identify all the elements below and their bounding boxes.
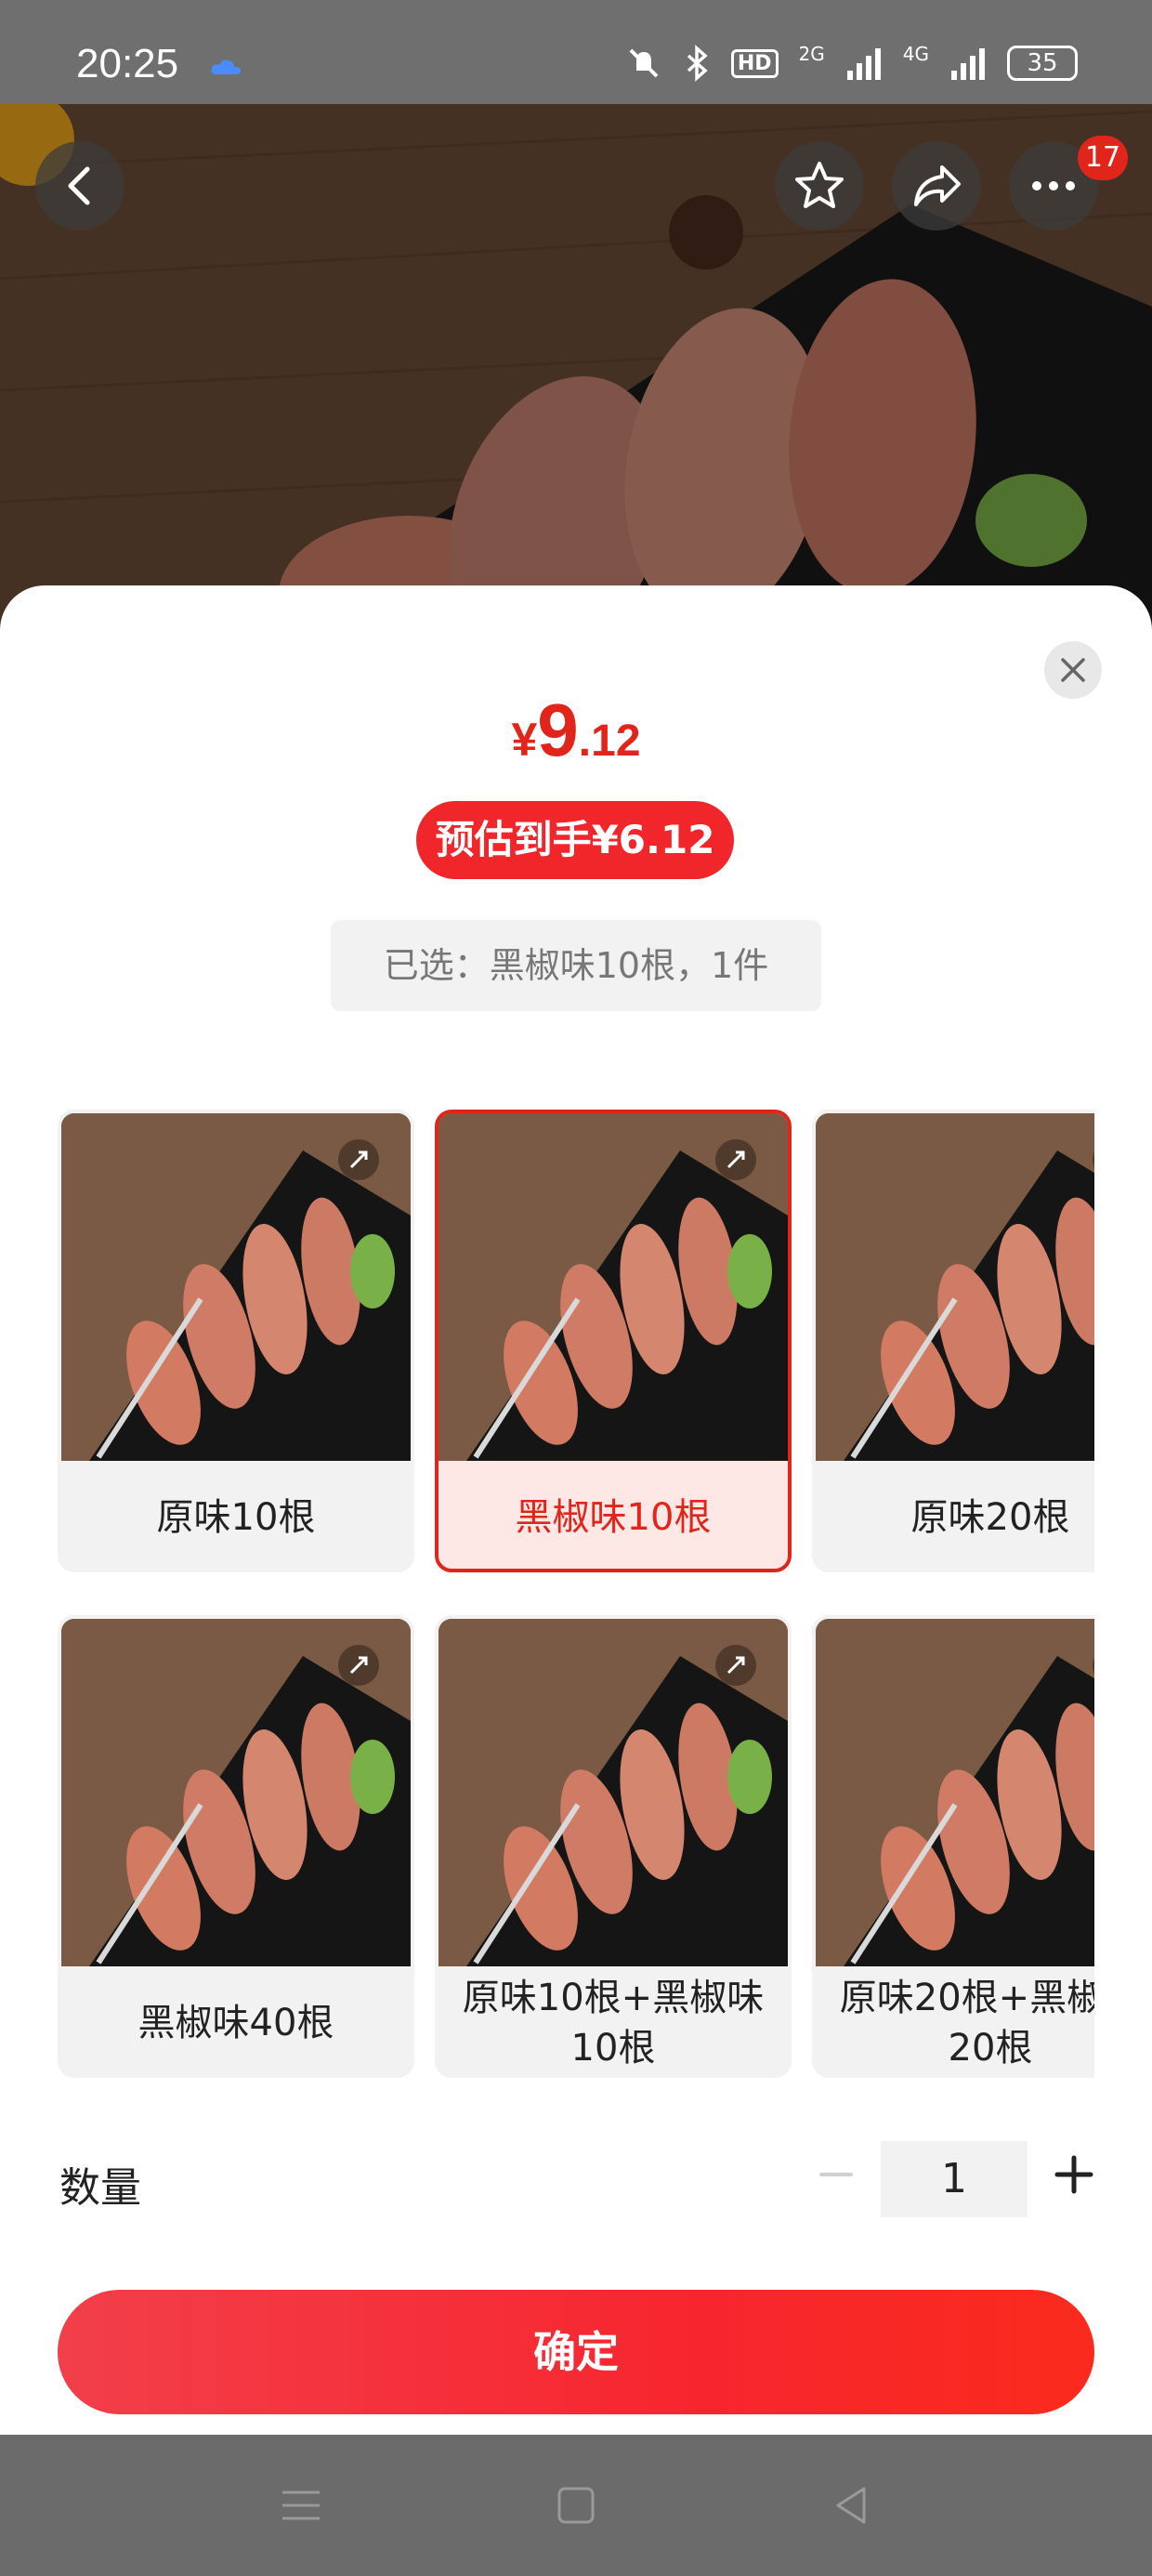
sku-grid: 原味10根 黑椒味10根 原味20根 黑椒味40根 原味10根+黑椒味10根 原…: [58, 1110, 1094, 2123]
price-decimal: .12: [578, 716, 641, 766]
back-icon: [68, 166, 90, 205]
sku-thumbnail: [61, 1113, 411, 1461]
sku-option[interactable]: 黑椒味40根: [58, 1615, 414, 2078]
share-icon: [914, 165, 961, 206]
quantity-label: 数量: [59, 2164, 141, 2212]
nav-home-button[interactable]: [546, 2476, 606, 2535]
menu-icon: [282, 2491, 320, 2520]
network-4g-label: 4G: [902, 43, 929, 65]
plus-icon: [1054, 2155, 1093, 2194]
signal-icon-2: [951, 48, 985, 80]
quantity-value[interactable]: 1: [881, 2141, 1028, 2217]
sku-option[interactable]: 原味10根: [58, 1110, 414, 1572]
system-nav-bar: [0, 2435, 1152, 2576]
quantity-decrease-button[interactable]: [806, 2145, 866, 2204]
cloud-icon: [211, 59, 242, 74]
sku-label: 黑椒味40根: [137, 2002, 334, 2044]
back-triangle-icon: [836, 2487, 866, 2524]
home-square-icon: [557, 2487, 595, 2524]
selected-summary: 已选：黑椒味10根，1件: [331, 920, 821, 1011]
sku-label: 原味10根: [156, 1496, 316, 1539]
estimated-price-badge: 预估到手¥6.12: [416, 801, 734, 879]
minus-icon: [819, 2173, 853, 2176]
nav-menu-button[interactable]: [271, 2476, 331, 2535]
favorite-button[interactable]: [775, 141, 864, 230]
nav-back-button[interactable]: [821, 2476, 881, 2535]
sku-label: 黑椒味10根: [515, 1496, 712, 1539]
sku-option[interactable]: 原味20根+黑椒味20根: [812, 1615, 1094, 2078]
share-button[interactable]: [892, 141, 981, 230]
sausage-thumbnail-illustration: [439, 1113, 788, 1461]
sausage-thumbnail-illustration: [439, 1619, 788, 1966]
sku-thumbnail: [61, 1619, 411, 1966]
price-integer: 9: [537, 689, 579, 771]
sku-option[interactable]: 原味20根: [812, 1110, 1094, 1572]
battery-indicator: 35: [1007, 46, 1078, 81]
sku-thumbnail: [816, 1619, 1094, 1966]
network-2g-label: 2G: [798, 43, 825, 65]
hd-label: HD: [730, 48, 779, 78]
sku-label: 原味10根+黑椒味10根: [462, 1977, 765, 2070]
sausage-thumbnail-illustration: [61, 1619, 411, 1966]
more-badge: 17: [1078, 136, 1128, 180]
sku-label: 原味20根+黑椒味20根: [839, 1977, 1094, 2070]
sku-selection-sheet: ¥9.12 预估到手¥6.12 已选：黑椒味10根，1件 原味10根 黑椒味10…: [0, 585, 1152, 2435]
product-price: ¥9.12: [0, 688, 1152, 773]
sku-option[interactable]: 原味10根+黑椒味10根: [435, 1615, 792, 2078]
confirm-button[interactable]: 确定: [58, 2290, 1094, 2414]
sausage-thumbnail-illustration: [61, 1113, 411, 1461]
status-bar: 20:25 HD 2G 4G 35: [0, 0, 1152, 104]
sku-label: 原味20根: [910, 1496, 1070, 1539]
signal-icon: [846, 48, 881, 80]
sausage-thumbnail-illustration: [816, 1113, 1094, 1461]
sku-thumbnail: [439, 1619, 788, 1966]
status-icons: HD 2G 4G 35: [625, 43, 1078, 82]
price-currency: ¥: [511, 714, 538, 766]
mute-icon: [629, 48, 659, 78]
quantity-increase-button[interactable]: [1044, 2145, 1104, 2204]
sku-thumbnail: [439, 1113, 788, 1461]
sku-thumbnail: [816, 1113, 1094, 1461]
bluetooth-icon: [687, 45, 708, 82]
sausage-thumbnail-illustration: [816, 1619, 1094, 1966]
status-time: 20:25: [76, 41, 179, 86]
back-button[interactable]: [35, 141, 124, 230]
star-icon: [795, 162, 844, 208]
sku-option-selected[interactable]: 黑椒味10根: [435, 1110, 792, 1572]
